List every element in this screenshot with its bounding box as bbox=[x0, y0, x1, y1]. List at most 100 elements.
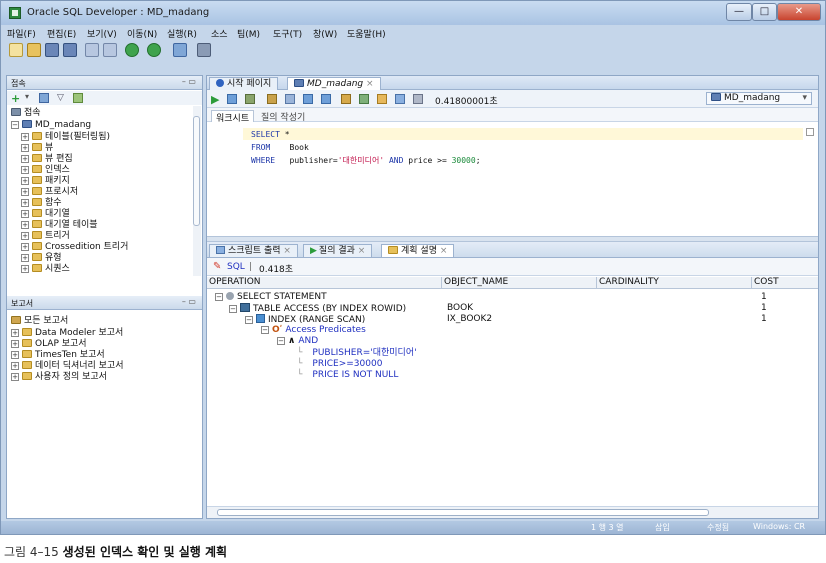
unshared-sql-icon[interactable] bbox=[359, 94, 369, 104]
tab-query-result[interactable]: ▶ 질의 결과 × bbox=[303, 244, 373, 257]
tree-item-sequences[interactable]: + 시퀀스 bbox=[21, 264, 70, 275]
tree-item-md-madang[interactable]: − MD_madang bbox=[11, 120, 91, 131]
expand-icon[interactable]: + bbox=[21, 254, 29, 262]
autotrace-icon[interactable] bbox=[321, 94, 331, 104]
expand-icon[interactable]: + bbox=[21, 265, 29, 273]
menu-navigate[interactable]: 이동(N) bbox=[127, 27, 157, 40]
sql-link[interactable]: SQL bbox=[227, 262, 245, 272]
clear-icon[interactable] bbox=[377, 94, 387, 104]
tree-item-triggers[interactable]: + 트리거 bbox=[21, 231, 70, 242]
run-script-icon[interactable] bbox=[227, 94, 237, 104]
expand-icon[interactable]: + bbox=[21, 144, 29, 152]
tree-item-queues[interactable]: + 대기열 bbox=[21, 209, 70, 220]
expand-icon[interactable]: + bbox=[11, 351, 19, 359]
pin-icon[interactable]: ✎ bbox=[213, 261, 221, 272]
undo-icon[interactable] bbox=[85, 43, 99, 57]
menu-view[interactable]: 보기(V) bbox=[87, 27, 117, 40]
plan-row[interactable]: └ PRICE>=30000 bbox=[297, 359, 382, 370]
explain-plan-icon[interactable] bbox=[303, 94, 313, 104]
menu-help[interactable]: 도움말(H) bbox=[347, 27, 386, 40]
expand-icon[interactable]: + bbox=[11, 362, 19, 370]
open-icon[interactable] bbox=[27, 43, 41, 57]
plan-row[interactable]: − Oʹ Access Predicates bbox=[261, 325, 366, 336]
expand-icon[interactable]: + bbox=[11, 373, 19, 381]
close-tab-icon[interactable]: × bbox=[366, 79, 374, 89]
expand-icon[interactable]: + bbox=[21, 166, 29, 174]
scroll-thumb[interactable] bbox=[193, 116, 200, 226]
tree-item-tables[interactable]: + 테이블(필터링됨) bbox=[21, 132, 110, 143]
minimize-button[interactable]: — bbox=[726, 3, 752, 21]
tab-script-output[interactable]: 스크립트 출력 × bbox=[209, 244, 298, 257]
chevron-down-icon[interactable]: ▾ bbox=[25, 92, 29, 101]
close-tab-icon[interactable]: × bbox=[358, 246, 366, 256]
connection-select[interactable]: MD_madang ▾ bbox=[706, 92, 812, 105]
menu-tools[interactable]: 도구(T) bbox=[273, 27, 302, 40]
new-icon[interactable] bbox=[9, 43, 23, 57]
save-icon[interactable] bbox=[45, 43, 59, 57]
column-operation[interactable]: OPERATION bbox=[207, 277, 442, 289]
refresh-icon[interactable] bbox=[39, 93, 49, 103]
tree-item-user-defined-reports[interactable]: + 사용자 정의 보고서 bbox=[11, 372, 107, 383]
tree-item-timesten-reports[interactable]: + TimesTen 보고서 bbox=[11, 350, 105, 361]
run-statement-icon[interactable]: ▶ bbox=[211, 93, 219, 106]
close-button[interactable]: ✕ bbox=[777, 3, 821, 21]
plan-row[interactable]: − INDEX (RANGE SCAN) bbox=[245, 314, 365, 325]
plan-row[interactable]: − TABLE ACCESS (BY INDEX ROWID) bbox=[229, 303, 406, 314]
rollback-icon[interactable] bbox=[267, 94, 277, 104]
tree-item-indexes[interactable]: + 인덱스 bbox=[21, 165, 70, 176]
tree-item-data-modeler-reports[interactable]: + Data Modeler 보고서 bbox=[11, 328, 123, 339]
pane-minimize-icon[interactable]: – ▭ bbox=[182, 297, 196, 306]
history-icon[interactable] bbox=[395, 94, 405, 104]
collapse-icon[interactable]: − bbox=[215, 293, 223, 301]
cancel-icon[interactable] bbox=[285, 94, 295, 104]
collapse-icon[interactable]: − bbox=[277, 337, 285, 345]
chevron-down-icon[interactable]: ▾ bbox=[802, 93, 807, 104]
plan-row[interactable]: └ PRICE IS NOT NULL bbox=[297, 370, 398, 381]
back-icon[interactable] bbox=[125, 43, 139, 57]
expand-icon[interactable]: + bbox=[21, 188, 29, 196]
expand-icon[interactable]: + bbox=[21, 221, 29, 229]
add-connection-icon[interactable]: + bbox=[11, 92, 20, 105]
filter-icon[interactable]: ▽ bbox=[57, 93, 64, 103]
expand-icon[interactable]: + bbox=[11, 340, 19, 348]
scroll-thumb[interactable] bbox=[217, 509, 709, 516]
tree-item-packages[interactable]: + 패키지 bbox=[21, 176, 70, 187]
plan-row[interactable]: − ∧ AND bbox=[277, 336, 318, 347]
expand-icon[interactable]: + bbox=[21, 210, 29, 218]
column-cardinality[interactable]: CARDINALITY bbox=[597, 277, 752, 289]
menu-run[interactable]: 실행(R) bbox=[167, 27, 197, 40]
tab-md-madang[interactable]: MD_madang × bbox=[287, 77, 381, 90]
close-tab-icon[interactable]: × bbox=[440, 246, 448, 256]
plan-row[interactable]: − SELECT STATEMENT bbox=[215, 292, 327, 303]
collapse-icon[interactable]: − bbox=[229, 305, 237, 313]
save-all-icon[interactable] bbox=[63, 43, 77, 57]
sql-worksheet-icon[interactable] bbox=[173, 43, 187, 57]
close-tab-icon[interactable]: × bbox=[283, 246, 291, 256]
tab-start-page[interactable]: 시작 페이지 bbox=[209, 77, 279, 90]
expand-icon[interactable]: + bbox=[21, 133, 29, 141]
menu-window[interactable]: 창(W) bbox=[313, 27, 337, 40]
tree-item-all-reports[interactable]: 모든 보고서 bbox=[11, 316, 68, 327]
collapse-icon[interactable]: − bbox=[261, 326, 269, 334]
tree-item-data-dictionary-reports[interactable]: + 데이터 딕셔너리 보고서 bbox=[11, 361, 124, 372]
plan-hscrollbar[interactable] bbox=[207, 506, 818, 518]
pane-minimize-icon[interactable]: – ▭ bbox=[182, 77, 196, 86]
menu-file[interactable]: 파일(F) bbox=[7, 27, 36, 40]
monitor-icon[interactable] bbox=[197, 43, 211, 57]
expand-icon[interactable]: + bbox=[21, 155, 29, 163]
tab-explain-plan[interactable]: 계획 설명 × bbox=[381, 244, 455, 257]
format-icon[interactable] bbox=[413, 94, 423, 104]
plan-row[interactable]: └ PUBLISHER='대한미디어' bbox=[297, 348, 417, 359]
menu-source[interactable]: 소스 bbox=[211, 27, 228, 40]
maximize-button[interactable]: □ bbox=[752, 3, 777, 21]
tree-item-olap-reports[interactable]: + OLAP 보고서 bbox=[11, 339, 87, 350]
tree-item-types[interactable]: + 유형 bbox=[21, 253, 62, 264]
column-cost[interactable]: COST bbox=[752, 277, 818, 289]
tree-item-crossedition-triggers[interactable]: + Crossedition 트리거 bbox=[21, 242, 128, 253]
forward-icon[interactable] bbox=[147, 43, 161, 57]
menu-team[interactable]: 팀(M) bbox=[237, 27, 260, 40]
collapse-icon[interactable]: − bbox=[11, 121, 19, 129]
expand-icon[interactable]: + bbox=[11, 329, 19, 337]
collapse-icon[interactable]: − bbox=[245, 316, 253, 324]
schema-browser-icon[interactable] bbox=[73, 93, 83, 103]
